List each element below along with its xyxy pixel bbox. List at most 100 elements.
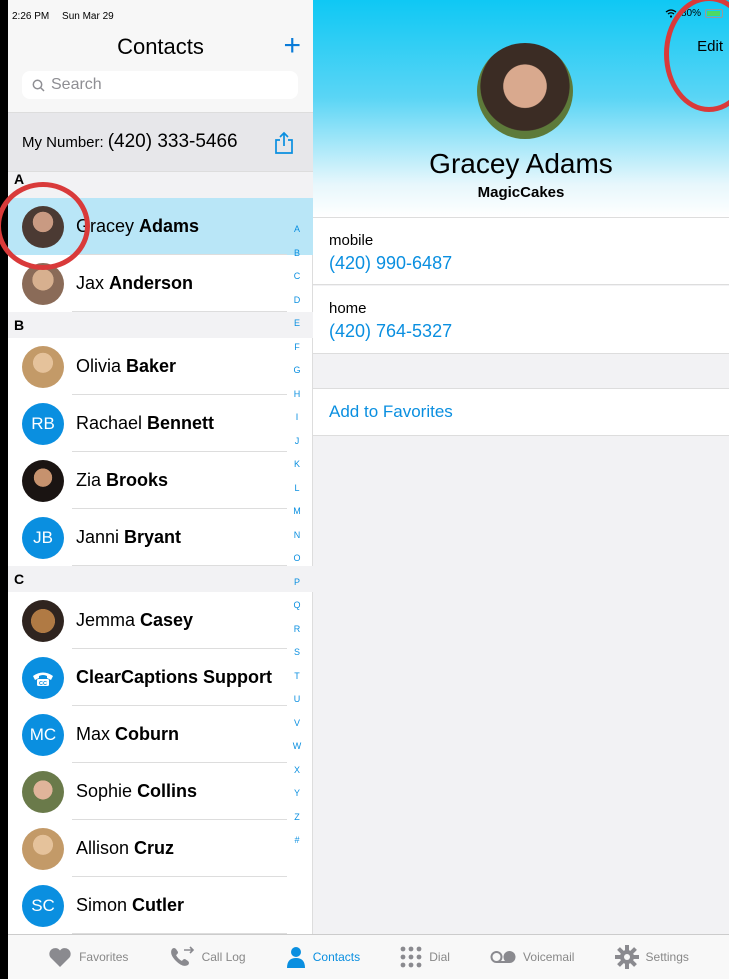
- contact-first-name: Rachael: [76, 413, 143, 433]
- contact-last-name: Cutler: [132, 895, 185, 915]
- index-letter-c[interactable]: C: [288, 265, 306, 289]
- index-letter-f[interactable]: F: [288, 336, 306, 360]
- search-input[interactable]: [51, 76, 271, 94]
- index-letter-a[interactable]: A: [288, 218, 306, 242]
- index-letter-d[interactable]: D: [288, 289, 306, 313]
- avatar-initials: SC: [22, 884, 64, 927]
- field-value[interactable]: (420) 990-6487: [329, 253, 729, 274]
- contact-row-rachael-bennett[interactable]: RB Rachael Bennett: [8, 395, 313, 452]
- contact-first-name: Jax: [76, 273, 105, 293]
- contact-row-zia-brooks[interactable]: Zia Brooks: [8, 452, 313, 509]
- index-letter-y[interactable]: Y: [288, 782, 306, 806]
- contact-row-simon-cutler[interactable]: SC Simon Cutler: [8, 877, 313, 934]
- share-icon[interactable]: [273, 131, 295, 155]
- contact-row-allison-cruz[interactable]: Allison Cruz: [8, 820, 313, 877]
- contact-last-name: ClearCaptions Support: [76, 667, 273, 687]
- contact-first-name: Olivia: [76, 356, 122, 376]
- index-letter-l[interactable]: L: [288, 477, 306, 501]
- tab-dial[interactable]: Dial: [400, 946, 450, 968]
- window-frame: [0, 0, 8, 979]
- tab-label: Settings: [645, 950, 689, 964]
- person-icon: [286, 947, 305, 968]
- index-letter-k[interactable]: K: [288, 453, 306, 477]
- index-letter-t[interactable]: T: [288, 665, 306, 689]
- index-letter-m[interactable]: M: [288, 500, 306, 524]
- call-log-icon: [170, 946, 194, 966]
- contact-row-clearcaptions-support[interactable]: CC ClearCaptions Support: [8, 649, 313, 706]
- index-letter-v[interactable]: V: [288, 712, 306, 736]
- index-letter-b[interactable]: B: [288, 242, 306, 266]
- index-letter-z[interactable]: Z: [288, 806, 306, 830]
- contact-first-name: Allison: [76, 838, 130, 858]
- contact-row-jemma-casey[interactable]: Jemma Casey: [8, 592, 313, 649]
- tab-call-log[interactable]: Call Log: [169, 946, 246, 968]
- tab-favorites[interactable]: Favorites: [48, 947, 128, 968]
- contact-name: Gracey Adams: [429, 148, 613, 179]
- annotation-circle-avatar: [0, 182, 90, 270]
- search-icon: [32, 79, 45, 92]
- avatar-initials: JB: [22, 516, 64, 559]
- avatar: [22, 459, 64, 502]
- app: 2:26 PM Sun Mar 29 Contacts + My Number:…: [8, 0, 729, 979]
- sidebar-header: 2:26 PM Sun Mar 29 Contacts +: [8, 0, 313, 112]
- index-letter-q[interactable]: Q: [288, 594, 306, 618]
- contact-first-name: Janni: [76, 527, 120, 547]
- field-value[interactable]: (420) 764-5327: [329, 321, 729, 342]
- tab-contacts[interactable]: Contacts: [286, 946, 360, 968]
- tab-voicemail[interactable]: Voicemail: [490, 950, 574, 964]
- add-to-favorites-button[interactable]: Add to Favorites: [313, 388, 729, 436]
- contact-row-janni-bryant[interactable]: JB Janni Bryant: [8, 509, 313, 566]
- index-letter-g[interactable]: G: [288, 359, 306, 383]
- tab-bar: Favorites Call Log Contacts Dial Voicema…: [8, 934, 729, 979]
- page-title: Contacts: [117, 34, 204, 59]
- index-letter-u[interactable]: U: [288, 688, 306, 712]
- contact-last-name: Casey: [140, 610, 194, 630]
- contact-first-name: Zia: [76, 470, 102, 490]
- contact-last-name: Cruz: [134, 838, 175, 858]
- index-letter-x[interactable]: X: [288, 759, 306, 783]
- index-letter-e[interactable]: E: [288, 312, 306, 336]
- voicemail-icon: [490, 951, 516, 963]
- section-header-b: B: [8, 312, 313, 338]
- index-letter-h[interactable]: H: [288, 383, 306, 407]
- contact-first-name: Max: [76, 724, 111, 744]
- field-label: mobile: [329, 232, 374, 249]
- section-header-c: C: [8, 566, 313, 592]
- keypad-icon: [400, 946, 422, 968]
- index-letter-r[interactable]: R: [288, 618, 306, 642]
- avatar: [22, 827, 64, 870]
- contact-row-max-coburn[interactable]: MC Max Coburn: [8, 706, 313, 763]
- avatar-initials: MC: [22, 713, 64, 756]
- contacts-sidebar: 2:26 PM Sun Mar 29 Contacts + My Number:…: [8, 0, 313, 934]
- contact-row-sophie-collins[interactable]: Sophie Collins: [8, 763, 313, 820]
- gear-icon: [614, 945, 639, 969]
- index-letter-hash[interactable]: #: [288, 829, 306, 853]
- avatar-initials: RB: [22, 402, 64, 445]
- contact-last-name: Collins: [137, 781, 198, 801]
- contact-last-name: Adams: [139, 216, 200, 236]
- contact-row-olivia-baker[interactable]: Olivia Baker: [8, 338, 313, 395]
- phone-field-home[interactable]: home (420) 764-5327: [313, 286, 729, 354]
- index-letter-w[interactable]: W: [288, 735, 306, 759]
- contact-last-name: Brooks: [106, 470, 169, 490]
- index-letter-p[interactable]: P: [288, 571, 306, 595]
- section-index[interactable]: A B C D E F G H I J K L M N O P Q R S T U V W X Y Z #: [288, 218, 306, 853]
- avatar: [22, 770, 64, 813]
- search-field[interactable]: [22, 71, 298, 99]
- tab-settings[interactable]: Settings: [614, 945, 689, 969]
- contact-first-name: Sophie: [76, 781, 133, 801]
- index-letter-j[interactable]: J: [288, 430, 306, 454]
- avatar: [22, 599, 64, 642]
- status-date: Sun Mar 29: [62, 11, 114, 22]
- index-letter-s[interactable]: S: [288, 641, 306, 665]
- index-letter-o[interactable]: O: [288, 547, 306, 571]
- contact-first-name: Jemma: [76, 610, 136, 630]
- index-letter-i[interactable]: I: [288, 406, 306, 430]
- svg-text:CC: CC: [39, 681, 47, 687]
- my-number-label: My Number:: [22, 133, 104, 151]
- phone-field-mobile[interactable]: mobile (420) 990-6487: [313, 217, 729, 285]
- avatar: [22, 345, 64, 388]
- index-letter-n[interactable]: N: [288, 524, 306, 548]
- contact-company: MagicCakes: [477, 184, 565, 201]
- add-contact-button[interactable]: +: [283, 28, 301, 64]
